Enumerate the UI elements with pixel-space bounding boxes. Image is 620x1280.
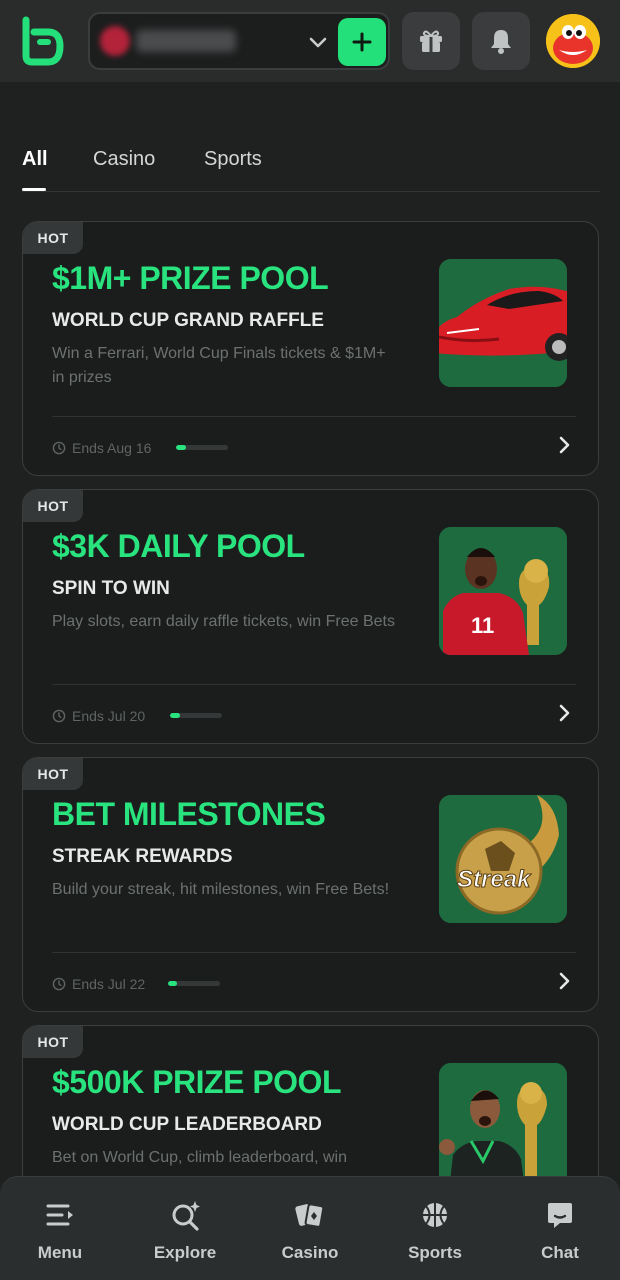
nav-sports[interactable]: Sports bbox=[380, 1177, 490, 1280]
nav-menu[interactable]: Menu bbox=[5, 1177, 115, 1280]
hot-badge: HOT bbox=[23, 1026, 83, 1058]
rewards-button[interactable] bbox=[402, 12, 460, 70]
active-tab-indicator bbox=[22, 188, 46, 191]
clock-icon bbox=[52, 441, 66, 455]
tab-all[interactable]: All bbox=[22, 148, 48, 171]
hot-badge: HOT bbox=[23, 222, 83, 254]
bottom-navigation: Menu Explore Casino Sports Chat bbox=[0, 1176, 620, 1280]
currency-coin-icon bbox=[100, 26, 130, 56]
promo-card[interactable]: HOT BET MILESTONES STREAK REWARDS Build … bbox=[22, 757, 599, 1012]
promo-image: 11 bbox=[439, 527, 567, 655]
bell-icon bbox=[491, 30, 511, 54]
hot-badge: HOT bbox=[23, 490, 83, 522]
card-divider bbox=[52, 684, 576, 685]
clock-icon bbox=[52, 709, 66, 723]
menu-icon bbox=[46, 1204, 73, 1226]
chevron-right-icon[interactable] bbox=[553, 702, 575, 724]
clock-icon bbox=[52, 977, 66, 991]
user-avatar[interactable] bbox=[546, 14, 600, 68]
red-sports-car-icon bbox=[439, 259, 567, 387]
card-divider bbox=[52, 952, 576, 953]
notifications-button[interactable] bbox=[472, 12, 530, 70]
deposit-button[interactable] bbox=[338, 18, 386, 66]
cards-icon bbox=[295, 1203, 325, 1228]
promo-subtitle: WORLD CUP LEADERBOARD bbox=[52, 1114, 322, 1135]
progress-fill bbox=[168, 981, 178, 986]
promo-end-date: Ends Aug 16 bbox=[72, 440, 152, 456]
promo-subtitle: WORLD CUP GRAND RAFFLE bbox=[52, 310, 324, 331]
nav-casino[interactable]: Casino bbox=[255, 1177, 365, 1280]
wallet-balance bbox=[136, 30, 236, 52]
promo-end-date: Ends Jul 20 bbox=[72, 708, 146, 724]
promo-description: Bet on World Cup, climb leaderboard, win bbox=[52, 1149, 347, 1166]
promo-description: Win a Ferrari, World Cup Finals tickets … bbox=[52, 345, 386, 386]
tab-sports[interactable]: Sports bbox=[204, 148, 262, 171]
footballer-trophy-icon: 11 bbox=[439, 527, 567, 655]
nav-label: Sports bbox=[408, 1243, 462, 1262]
chat-icon bbox=[548, 1203, 572, 1228]
basketball-icon bbox=[423, 1203, 447, 1227]
promo-end-date: Ends Jul 22 bbox=[72, 976, 146, 992]
promo-subtitle: STREAK REWARDS bbox=[52, 846, 233, 867]
nav-label: Casino bbox=[281, 1243, 339, 1262]
chevron-right-icon[interactable] bbox=[553, 434, 575, 456]
nav-label: Chat bbox=[541, 1243, 579, 1262]
chevron-right-icon[interactable] bbox=[553, 970, 575, 992]
explore-icon bbox=[172, 1201, 200, 1231]
promo-image: Streak bbox=[439, 795, 567, 923]
promo-image bbox=[439, 1063, 567, 1191]
promo-image bbox=[439, 259, 567, 387]
dino-avatar-icon bbox=[546, 14, 600, 68]
wallet-selector[interactable] bbox=[88, 12, 390, 70]
svg-text:Streak: Streak bbox=[457, 866, 532, 893]
gift-icon bbox=[420, 30, 442, 52]
streak-ball-icon: Streak bbox=[439, 795, 567, 923]
promo-footer: Ends Jul 20 bbox=[52, 706, 145, 726]
promo-title: $1M+ PRIZE POOL bbox=[52, 260, 329, 296]
progress-fill bbox=[170, 713, 181, 718]
promo-progress-bar bbox=[176, 445, 228, 450]
nav-explore[interactable]: Explore bbox=[130, 1177, 240, 1280]
top-header bbox=[0, 0, 620, 82]
promo-title: BET MILESTONES bbox=[52, 796, 326, 832]
chevron-down-icon[interactable] bbox=[306, 30, 330, 54]
promo-card[interactable]: HOT $3K DAILY POOL SPIN TO WIN Play slot… bbox=[22, 489, 599, 744]
promo-progress-bar bbox=[168, 981, 220, 986]
promo-footer: Ends Aug 16 bbox=[52, 438, 151, 458]
nav-label: Explore bbox=[153, 1243, 217, 1262]
promo-card[interactable]: HOT $1M+ PRIZE POOL WORLD CUP GRAND RAFF… bbox=[22, 221, 599, 476]
card-divider bbox=[52, 416, 576, 417]
progress-fill bbox=[176, 445, 187, 450]
svg-text:11: 11 bbox=[471, 613, 494, 638]
tab-casino[interactable]: Casino bbox=[93, 148, 155, 171]
plus-icon bbox=[352, 32, 372, 52]
promo-progress-bar bbox=[170, 713, 222, 718]
celebrating-player-icon bbox=[439, 1063, 567, 1191]
promo-description: Build your streak, hit milestones, win F… bbox=[52, 881, 390, 898]
promo-title: $500K PRIZE POOL bbox=[52, 1064, 341, 1100]
promo-description: Play slots, earn daily raffle tickets, w… bbox=[52, 613, 395, 630]
promo-footer: Ends Jul 22 bbox=[52, 974, 145, 994]
brand-logo-icon[interactable] bbox=[18, 16, 64, 66]
promo-filter-tabs: All Casino Sports bbox=[22, 146, 600, 192]
hot-badge: HOT bbox=[23, 758, 83, 790]
nav-chat[interactable]: Chat bbox=[505, 1177, 615, 1280]
promo-title: $3K DAILY POOL bbox=[52, 528, 305, 564]
nav-label: Menu bbox=[37, 1243, 83, 1262]
promo-subtitle: SPIN TO WIN bbox=[52, 578, 170, 599]
